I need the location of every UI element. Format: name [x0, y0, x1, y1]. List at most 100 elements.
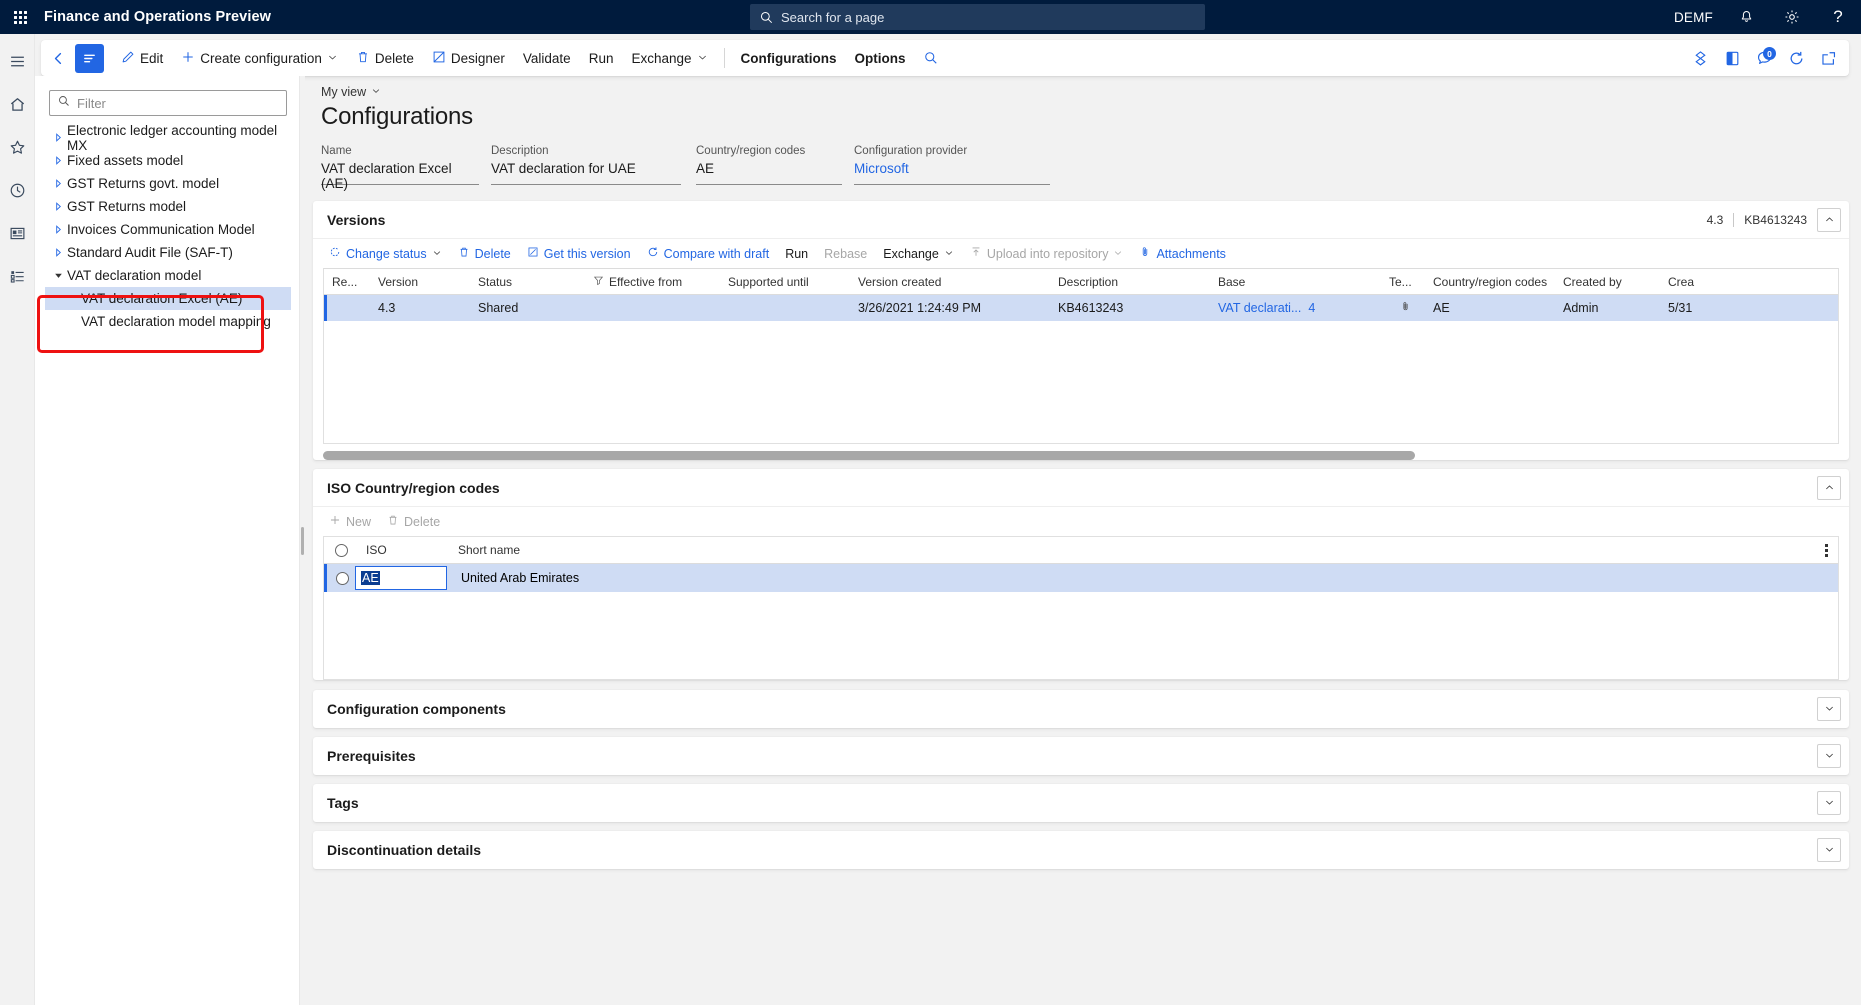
cell-short-name[interactable]: United Arab Emirates: [447, 571, 847, 585]
field-name-value[interactable]: VAT declaration Excel (AE): [321, 161, 479, 191]
column-base[interactable]: Base: [1210, 275, 1385, 289]
clock-icon[interactable]: [0, 173, 35, 208]
back-arrow-icon[interactable]: [41, 40, 75, 76]
column-short-name[interactable]: Short name: [450, 543, 850, 557]
office-integration-icon[interactable]: [1685, 40, 1715, 76]
chevron-right-icon[interactable]: [49, 248, 67, 257]
cell-status[interactable]: Shared: [470, 301, 585, 315]
tags-expand-button[interactable]: [1817, 790, 1841, 815]
field-configuration-provider-value[interactable]: Microsoft: [854, 161, 1050, 185]
column-description[interactable]: Description: [1050, 275, 1210, 289]
view-selector[interactable]: My view: [321, 85, 381, 99]
get-this-version-button[interactable]: Get this version: [519, 239, 639, 269]
chevron-down-icon[interactable]: [49, 271, 67, 280]
versions-section-header[interactable]: Versions 4.3 KB4613243: [313, 201, 1849, 238]
column-supported-until[interactable]: Supported until: [720, 275, 850, 289]
tree-node-gst-returns-govt-model[interactable]: GST Returns govt. model: [45, 172, 291, 195]
column-te[interactable]: Te...: [1385, 275, 1425, 289]
messages-icon[interactable]: 0: [1749, 40, 1779, 76]
versions-grid-horizontal-scrollbar[interactable]: [323, 451, 1839, 460]
tree-node-invoices-communication-model[interactable]: Invoices Communication Model: [45, 218, 291, 241]
iso-collapse-button[interactable]: [1817, 475, 1841, 500]
column-country-region-codes[interactable]: Country/region codes: [1425, 275, 1555, 289]
global-search-input[interactable]: Search for a page: [750, 4, 1205, 30]
gear-icon[interactable]: [1769, 0, 1815, 34]
prerequisites-expand-button[interactable]: [1817, 743, 1841, 768]
row-select-radio[interactable]: [327, 571, 358, 585]
hamburger-icon[interactable]: [0, 44, 35, 79]
radio-icon[interactable]: [334, 543, 348, 557]
table-row[interactable]: 4.3 Shared 3/26/2021 1:24:49 PM KB461324…: [324, 295, 1838, 321]
column-effective-from[interactable]: Effective from: [585, 275, 720, 289]
refresh-icon[interactable]: [1781, 40, 1811, 76]
list-icon[interactable]: [0, 259, 35, 294]
delete-button[interactable]: Delete: [347, 40, 423, 76]
bell-icon[interactable]: [1723, 0, 1769, 34]
open-in-office-icon[interactable]: [1717, 40, 1747, 76]
cell-te[interactable]: [1385, 301, 1425, 315]
tree-child-vat-declaration-model-mapping[interactable]: VAT declaration model mapping: [45, 310, 291, 333]
compare-with-draft-button[interactable]: Compare with draft: [639, 239, 778, 269]
column-iso[interactable]: ISO: [358, 543, 450, 557]
tree-filter-input[interactable]: Filter: [49, 90, 287, 116]
tree-node-standard-audit-file-saf-t[interactable]: Standard Audit File (SAF-T): [45, 241, 291, 264]
discontinuation-details-expand-button[interactable]: [1817, 837, 1841, 862]
column-version[interactable]: Version: [370, 275, 470, 289]
tags-header[interactable]: Tags: [313, 784, 1849, 821]
chevron-right-icon[interactable]: [49, 133, 67, 142]
configuration-components-expand-button[interactable]: [1817, 696, 1841, 721]
versions-collapse-button[interactable]: [1817, 207, 1841, 232]
home-icon[interactable]: [0, 87, 35, 122]
cell-crea[interactable]: 5/31: [1660, 301, 1740, 315]
show-filters-button[interactable]: [75, 43, 104, 73]
chevron-right-icon[interactable]: [49, 225, 67, 234]
validate-button[interactable]: Validate: [514, 40, 580, 76]
chevron-right-icon[interactable]: [49, 156, 67, 165]
radio-icon[interactable]: [336, 571, 349, 585]
exchange-button[interactable]: Exchange: [622, 40, 716, 76]
versions-delete-button[interactable]: Delete: [450, 239, 519, 269]
table-row[interactable]: AE United Arab Emirates: [324, 564, 1838, 592]
question-mark-icon[interactable]: ?: [1815, 0, 1861, 34]
iso-section-header[interactable]: ISO Country/region codes: [313, 469, 1849, 506]
cell-country-region-codes[interactable]: AE: [1425, 301, 1555, 315]
cell-description[interactable]: KB4613243: [1050, 301, 1210, 315]
column-status[interactable]: Status: [470, 275, 585, 289]
discontinuation-details-header[interactable]: Discontinuation details: [313, 831, 1849, 868]
tree-node-electronic-ledger-accounting-model-mx[interactable]: Electronic ledger accounting model MX: [45, 123, 291, 153]
toolbar-search-icon[interactable]: [915, 40, 947, 76]
run-button[interactable]: Run: [580, 40, 623, 76]
app-launcher-icon[interactable]: [0, 0, 40, 34]
select-all-radio[interactable]: [324, 543, 358, 557]
tab-options[interactable]: Options: [846, 40, 915, 76]
prerequisites-header[interactable]: Prerequisites: [313, 737, 1849, 774]
tab-configurations[interactable]: Configurations: [732, 40, 846, 76]
attachments-button[interactable]: Attachments: [1131, 239, 1233, 269]
cell-version-created[interactable]: 3/26/2021 1:24:49 PM: [850, 301, 1050, 315]
change-status-button[interactable]: Change status: [321, 239, 450, 269]
cell-created-by[interactable]: Admin: [1555, 301, 1660, 315]
column-re[interactable]: Re...: [324, 275, 370, 289]
column-crea[interactable]: Crea: [1660, 275, 1740, 289]
versions-exchange-button[interactable]: Exchange: [875, 239, 962, 269]
panel-splitter[interactable]: [300, 76, 305, 1005]
cell-version[interactable]: 4.3: [370, 301, 470, 315]
field-country-region-codes-value[interactable]: AE: [696, 161, 842, 185]
company-selector[interactable]: DEMF: [1664, 0, 1723, 34]
tree-node-gst-returns-model[interactable]: GST Returns model: [45, 195, 291, 218]
chevron-right-icon[interactable]: [49, 179, 67, 188]
more-options-icon[interactable]: [1825, 537, 1828, 564]
versions-run-button[interactable]: Run: [777, 239, 816, 269]
designer-button[interactable]: Designer: [423, 40, 514, 76]
cell-base[interactable]: VAT declarati... 4: [1210, 301, 1385, 315]
configuration-components-header[interactable]: Configuration components: [313, 690, 1849, 727]
tree-node-vat-declaration-model[interactable]: VAT declaration model: [45, 264, 291, 287]
workspace-icon[interactable]: [0, 216, 35, 251]
create-configuration-button[interactable]: Create configuration: [172, 40, 347, 76]
scrollbar-thumb[interactable]: [323, 451, 1415, 460]
column-created-by[interactable]: Created by: [1555, 275, 1660, 289]
field-description-value[interactable]: VAT declaration for UAE: [491, 161, 681, 185]
chevron-right-icon[interactable]: [49, 202, 67, 211]
edit-button[interactable]: Edit: [112, 40, 172, 76]
column-version-created[interactable]: Version created: [850, 275, 1050, 289]
